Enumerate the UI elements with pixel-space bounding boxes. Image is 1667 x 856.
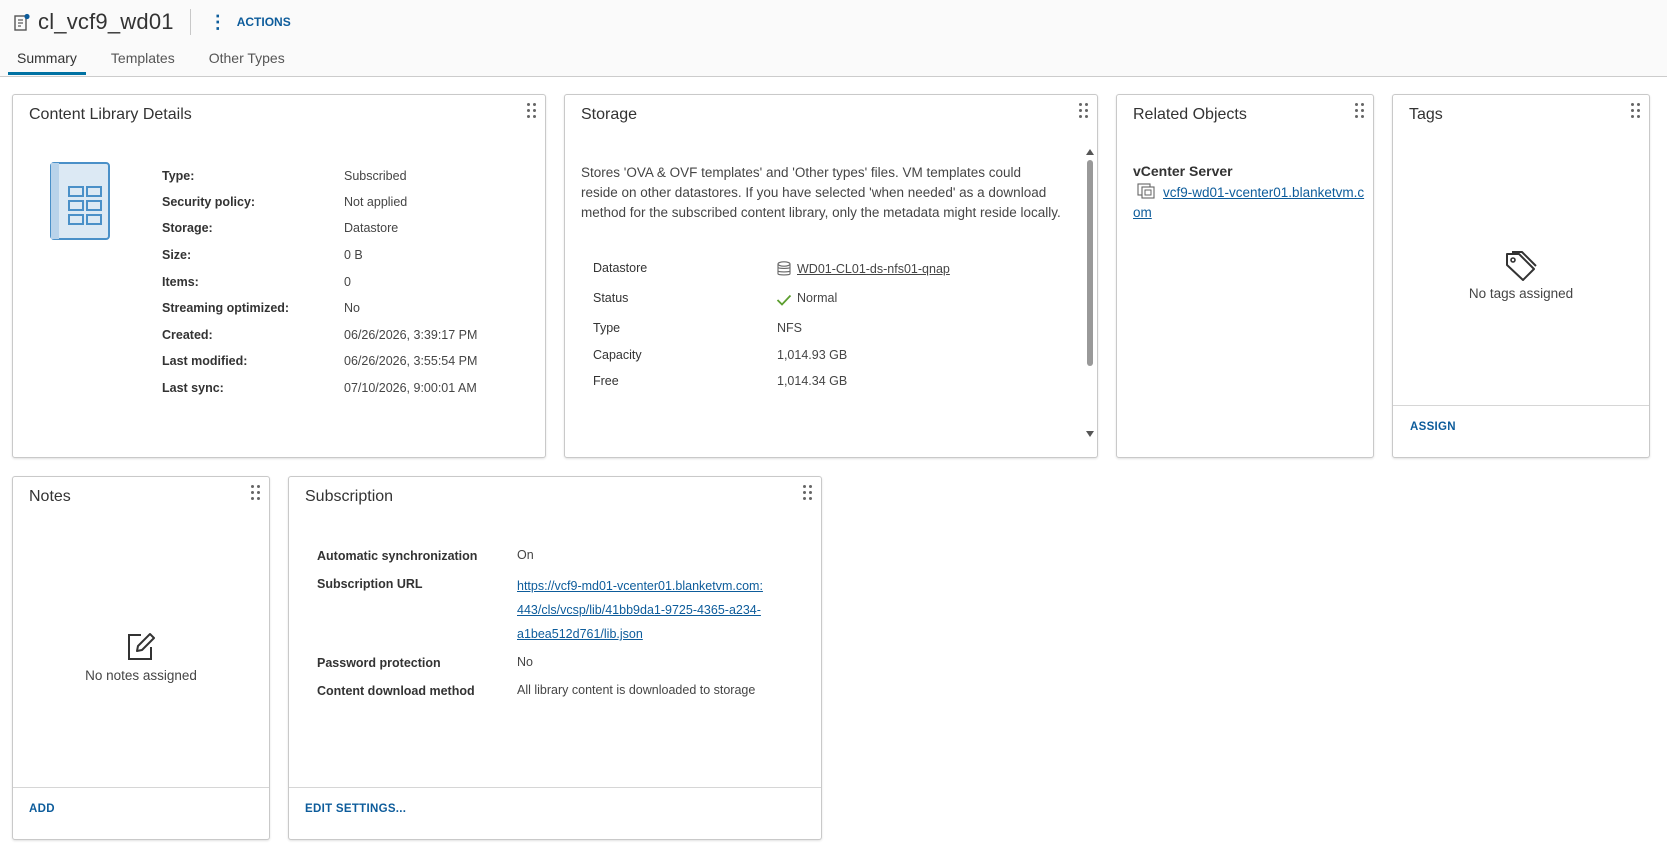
scroll-down-arrow[interactable] [1086, 431, 1094, 437]
type-label: Type [593, 321, 621, 335]
drag-handle-icon[interactable] [1355, 103, 1365, 121]
details-label-security: Security policy: [162, 195, 256, 209]
details-value-security: Not applied [344, 195, 408, 209]
subscription-url-line-3: a1bea512d761/lib.json [517, 627, 643, 641]
details-label-sync: Last sync: [162, 381, 224, 395]
edit-note-icon [13, 631, 269, 661]
storage-title: Storage [581, 106, 638, 123]
checkmark-icon [776, 293, 792, 311]
subscription-footer-divider [289, 787, 821, 788]
details-value-created: 06/26/2026, 3:39:17 PM [344, 328, 478, 342]
download-method-label: Content download method [317, 684, 475, 698]
tags-footer-divider [1393, 405, 1649, 406]
storage-description: Stores 'OVA & OVF templates' and 'Other … [581, 165, 1061, 220]
drag-handle-icon[interactable] [1079, 103, 1089, 121]
storage-scrollbar[interactable] [1086, 147, 1094, 437]
capacity-label: Capacity [593, 348, 642, 362]
auto-sync-value: On [517, 548, 534, 562]
tags-empty-text: No tags assigned [1468, 286, 1574, 301]
vertical-dots-icon: ⋮ [208, 12, 227, 32]
drag-handle-icon[interactable] [527, 103, 537, 121]
status-value: Normal [797, 291, 838, 305]
auto-sync-label: Automatic synchronization [317, 549, 478, 563]
notes-title: Notes [29, 488, 71, 505]
details-label-items: Items: [162, 275, 199, 289]
datastore-link[interactable]: WD01-CL01-ds-nfs01-qnap [797, 262, 950, 276]
password-value: No [517, 655, 533, 669]
details-value-type: Subscribed [344, 169, 407, 183]
details-value-modified: 06/26/2026, 3:55:54 PM [344, 354, 478, 368]
tab-bar: Summary Templates Other Types [8, 46, 310, 75]
details-card: Content Library Details Type: Subscribed… [12, 94, 546, 458]
storage-card: Storage Stores 'OVA & OVF templates' and… [564, 94, 1098, 458]
database-icon [777, 261, 791, 282]
subscription-url-label: Subscription URL [317, 577, 423, 591]
details-title: Content Library Details [29, 106, 192, 123]
subscription-url-line-1: https://vcf9-md01-vcenter01.blanketvm.co… [517, 579, 763, 593]
details-value-storage: Datastore [344, 221, 399, 235]
details-value-items: 0 [344, 275, 351, 289]
scroll-up-arrow[interactable] [1086, 149, 1094, 155]
drag-handle-icon[interactable] [251, 485, 261, 503]
assign-tag-button[interactable]: ASSIGN [1410, 421, 1456, 433]
free-label: Free [593, 374, 619, 388]
details-label-streaming: Streaming optimized: [162, 301, 290, 315]
subscription-title: Subscription [305, 488, 394, 505]
details-label-size: Size: [162, 248, 192, 262]
details-label-storage: Storage: [162, 221, 213, 235]
notes-card: Notes No notes assigned ADD [12, 476, 270, 840]
vcenter-link[interactable]: vcf9-wd01-vcenter01.blanketvm.com [1133, 183, 1369, 223]
notes-empty-text: No notes assigned [85, 668, 197, 683]
add-note-button[interactable]: ADD [29, 803, 55, 815]
vcenter-link-text: vcf9-wd01-vcenter01.blanketvm.com [1133, 185, 1365, 220]
tab-other-types[interactable]: Other Types [200, 46, 294, 75]
page-title: cl_vcf9_wd01 [38, 9, 174, 34]
tags-card: Tags No tags assigned ASSIGN [1392, 94, 1650, 458]
vcenter-label: vCenter Server [1133, 163, 1233, 179]
content-library-icon [14, 13, 30, 31]
details-label-type: Type: [162, 169, 195, 183]
edit-settings-button[interactable]: EDIT SETTINGS... [305, 803, 406, 815]
capacity-value: 1,014.93 GB [777, 348, 848, 362]
type-value: NFS [777, 321, 802, 335]
drag-handle-icon[interactable] [803, 485, 813, 503]
subscription-url-link[interactable]: https://vcf9-md01-vcenter01.blanketvm.co… [517, 574, 763, 646]
details-label-created: Created: [162, 328, 213, 342]
tags-title: Tags [1409, 106, 1443, 123]
tags-empty-state: No tags assigned [1393, 251, 1649, 301]
subscription-card: Subscription Automatic synchronization O… [288, 476, 822, 840]
free-value: 1,014.34 GB [777, 374, 848, 388]
datastore-label: Datastore [593, 261, 648, 275]
details-label-modified: Last modified: [162, 354, 248, 368]
tag-icon [1393, 251, 1649, 281]
download-method-value: All library content is downloaded to sto… [517, 683, 756, 697]
details-value-sync: 07/10/2026, 9:00:01 AM [344, 381, 477, 395]
scroll-thumb[interactable] [1087, 160, 1093, 366]
drag-handle-icon[interactable] [1631, 103, 1641, 121]
details-value-size: 0 B [344, 248, 363, 262]
tab-summary[interactable]: Summary [8, 46, 86, 75]
actions-button[interactable]: ⋮ ACTIONS [209, 13, 291, 31]
password-label: Password protection [317, 656, 441, 670]
related-objects-card: Related Objects vCenter Server vcf9-wd01… [1116, 94, 1374, 458]
actions-label: ACTIONS [236, 15, 291, 29]
related-title: Related Objects [1133, 106, 1247, 123]
status-label: Status [593, 291, 629, 305]
notes-footer-divider [13, 787, 269, 788]
subscription-url-line-2: 443/cls/vcsp/lib/41bb9da1-9725-4365-a234… [517, 603, 761, 617]
title-row: cl_vcf9_wd01 ⋮ ACTIONS [14, 8, 291, 36]
title-divider [189, 9, 191, 35]
page-header: cl_vcf9_wd01 ⋮ ACTIONS Summary Templates… [0, 0, 1667, 77]
library-book-icon [47, 161, 111, 246]
details-value-streaming: No [344, 301, 360, 315]
notes-empty-state: No notes assigned [13, 631, 269, 683]
tab-templates[interactable]: Templates [102, 46, 184, 75]
